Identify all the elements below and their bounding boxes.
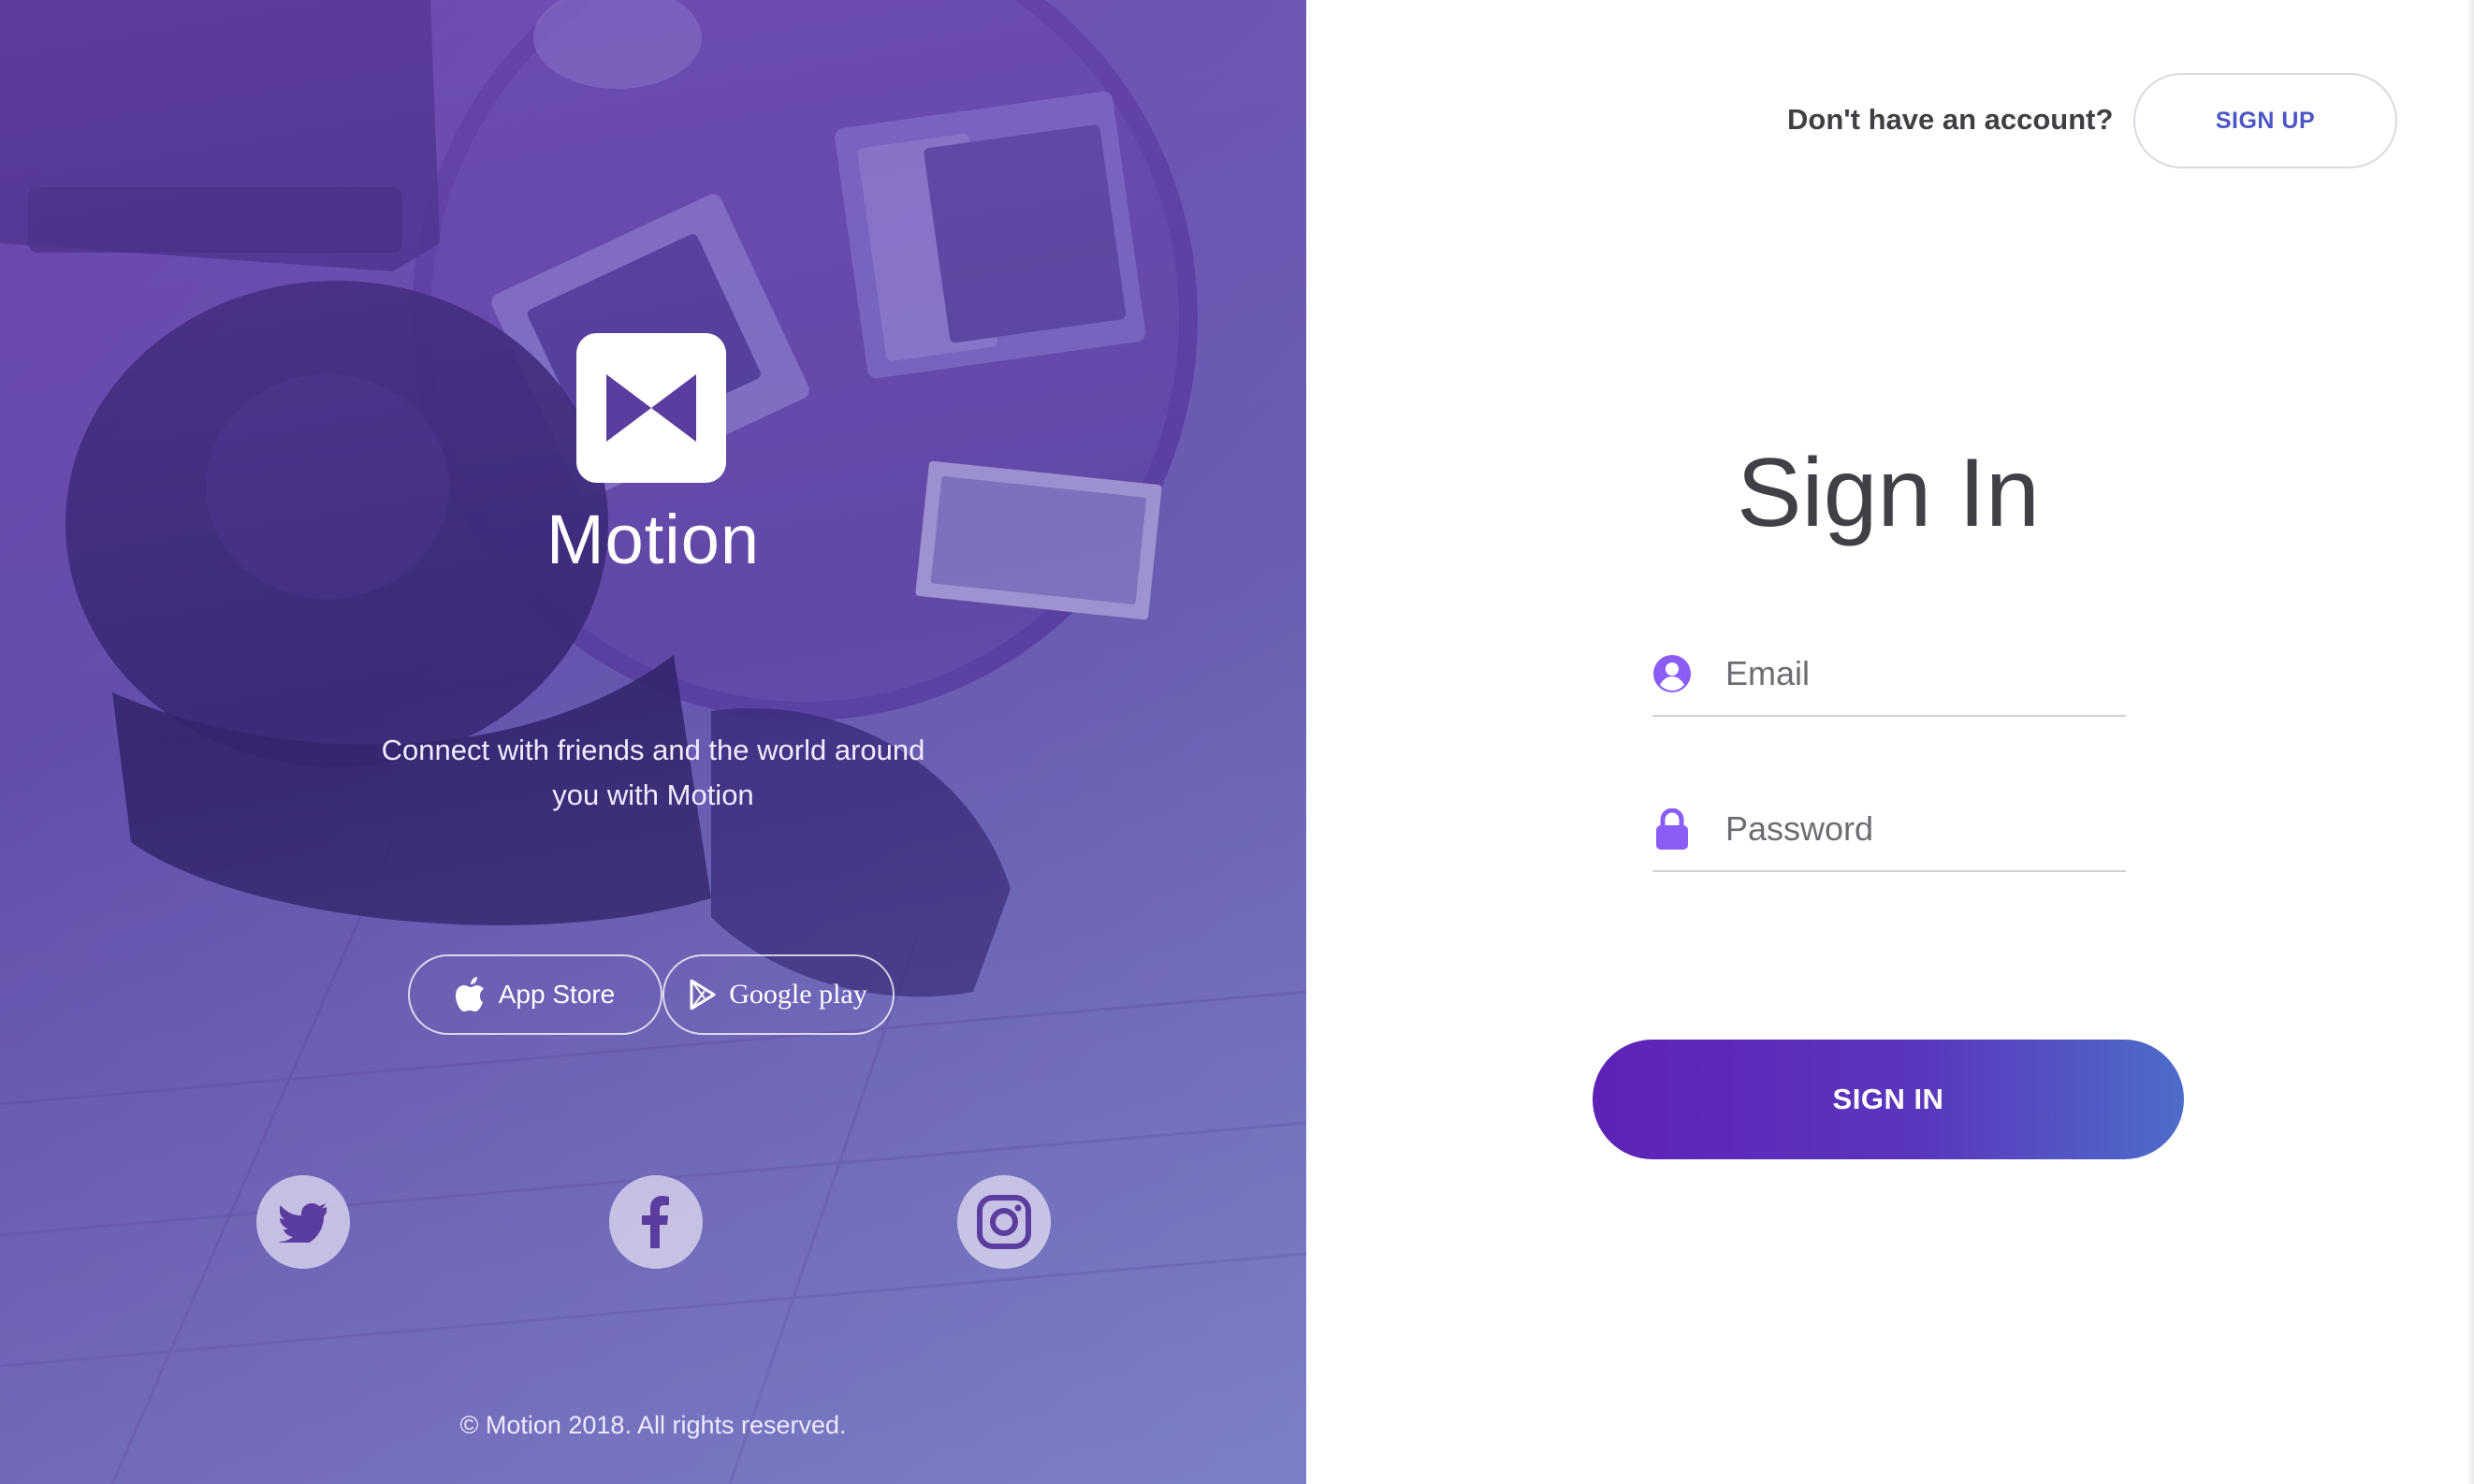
hero-panel: Motion Connect with friends and the worl… <box>0 0 1306 1484</box>
app-store-label: App Store <box>498 980 616 1009</box>
user-icon <box>1652 653 1692 694</box>
apple-icon <box>455 977 486 1012</box>
facebook-icon <box>642 1196 669 1248</box>
email-input[interactable] <box>1725 646 2118 702</box>
window-edge <box>2467 0 2474 1484</box>
email-field <box>1652 631 2126 717</box>
sign-in-button[interactable]: SIGN IN <box>1593 1040 2184 1159</box>
page-title: Sign In <box>1737 439 2040 547</box>
app-store-button[interactable]: App Store <box>408 954 662 1035</box>
instagram-icon <box>977 1195 1031 1249</box>
instagram-link[interactable] <box>957 1175 1051 1269</box>
twitter-icon <box>279 1203 327 1243</box>
password-input[interactable] <box>1725 801 2118 857</box>
bowtie-logo-icon <box>606 374 696 442</box>
copyright: © Motion 2018. All rights reserved. <box>459 1411 847 1439</box>
lock-icon <box>1652 808 1692 850</box>
tagline: Connect with friends and the world aroun… <box>381 734 925 811</box>
motion-logo <box>576 333 726 483</box>
account-prompt: Don't have an account? <box>1787 103 2114 136</box>
brand-name: Motion <box>546 501 761 578</box>
google-play-button[interactable]: Google play <box>662 954 895 1035</box>
google-play-label: Google play <box>729 979 867 1010</box>
form-panel <box>1306 0 2474 1484</box>
twitter-link[interactable] <box>256 1175 350 1269</box>
facebook-link[interactable] <box>609 1175 703 1269</box>
play-icon <box>690 980 716 1010</box>
sign-in-page: Motion Connect with friends and the worl… <box>0 0 2474 1484</box>
sign-up-button[interactable]: SIGN UP <box>2133 73 2397 168</box>
password-field <box>1652 786 2126 872</box>
